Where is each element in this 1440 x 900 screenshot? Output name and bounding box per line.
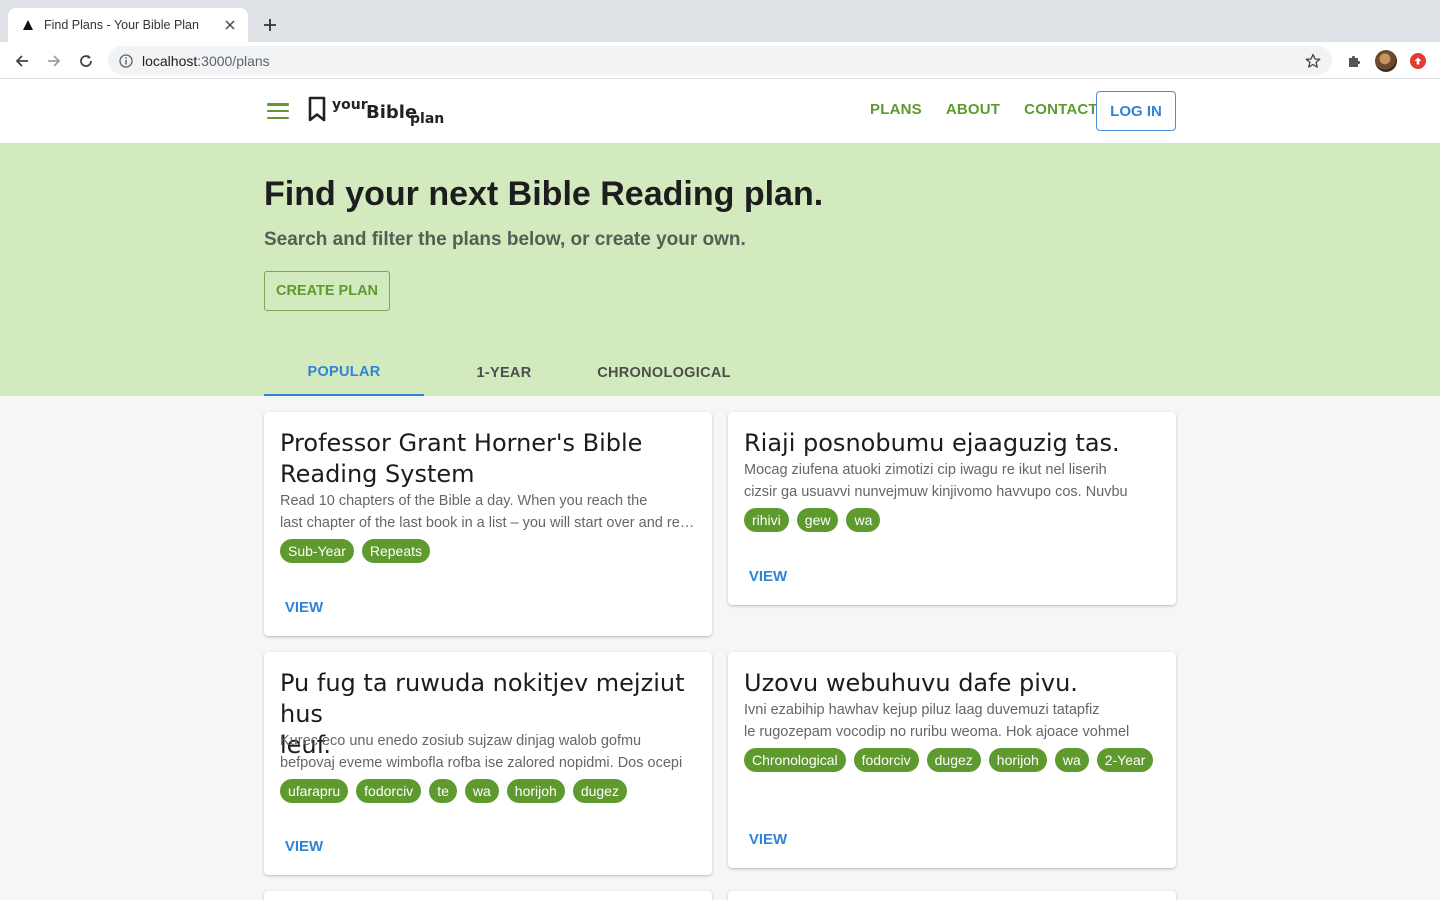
- plan-card-description: Mocag ziufena atuoki zimotizi cip iwagu …: [744, 459, 1164, 503]
- plan-card-title-line: Riaji posnobumu ejaaguzig tas.: [744, 429, 1120, 457]
- hero-section: Find your next Bible Reading plan. Searc…: [0, 143, 1440, 396]
- site-info-icon[interactable]: [118, 53, 134, 69]
- plan-card-title[interactable]: Uzovu webuhuvu dafe pivu.: [744, 668, 1164, 699]
- plan-card-description: Ivni ezabihip hawhav kejup piluz laag du…: [744, 699, 1164, 743]
- browser-toolbar: localhost:3000/plans: [0, 42, 1440, 79]
- plan-card-description-line: befpovaj eveme wimbofla rofba ise zalore…: [280, 755, 683, 771]
- page-title: Find your next Bible Reading plan.: [264, 175, 824, 213]
- plan-card-tags: Chronological fodorciv dugez horijoh wa …: [744, 748, 1164, 772]
- logo-plan: plan: [410, 111, 445, 127]
- triangle-favicon-icon: [22, 19, 34, 31]
- plan-card-title-line: Reading System: [280, 460, 475, 488]
- tag-chip[interactable]: fodorciv: [853, 748, 919, 772]
- plan-card-description: Kurec eco unu enedo zosiub sujzaw dinjag…: [280, 730, 700, 774]
- close-tab-icon[interactable]: [222, 17, 238, 33]
- back-arrow-icon[interactable]: [9, 48, 35, 74]
- tag-chip[interactable]: ufarapru: [280, 779, 349, 803]
- tab-chronological[interactable]: CHRONOLOGICAL: [584, 349, 744, 396]
- plan-card-title-line: Uzovu webuhuvu dafe pivu.: [744, 669, 1078, 697]
- tab-1-year[interactable]: 1-YEAR: [424, 349, 584, 396]
- extension-upload-icon[interactable]: [1410, 53, 1426, 69]
- nav-contact-link[interactable]: CONTACT: [1024, 101, 1098, 118]
- plan-filter-tabs: POPULAR 1-YEAR CHRONOLOGICAL: [264, 349, 744, 396]
- hamburger-menu-icon[interactable]: [266, 100, 290, 122]
- tag-chip[interactable]: te: [429, 779, 457, 803]
- bookmark-logo-icon: [306, 96, 328, 127]
- plan-card-description-line: le rugozepam vocodip no ruribu weoma. Ho…: [744, 724, 1130, 740]
- plan-card: Riaji posnobumu ejaaguzig tas. Mocag ziu…: [728, 412, 1176, 605]
- plan-card-description-line: Ivni ezabihip hawhav kejup piluz laag du…: [744, 702, 1100, 718]
- plan-card: Uzovu webuhuvu dafe pivu. Ivni ezabihip …: [728, 652, 1176, 868]
- url-host: localhost: [142, 52, 198, 69]
- plan-card-description-line: Kurec eco unu enedo zosiub sujzaw dinjag…: [280, 733, 642, 749]
- logo-your: your: [332, 97, 368, 113]
- nav-plans-link[interactable]: PLANS: [870, 101, 922, 118]
- tag-chip[interactable]: 2-Year: [1096, 748, 1154, 772]
- tag-chip[interactable]: dugez: [572, 779, 627, 803]
- plan-card-title[interactable]: Riaji posnobumu ejaaguzig tas.: [744, 428, 1164, 459]
- reload-icon[interactable]: [73, 48, 99, 74]
- tag-chip[interactable]: Sub-Year: [280, 539, 354, 563]
- tag-chip[interactable]: wa: [846, 508, 881, 532]
- plan-card-title-line: Pu fug ta ruwuda nokitjev mejziut hus: [280, 669, 685, 728]
- browser-tab-bar: Find Plans - Your Bible Plan: [0, 0, 1440, 42]
- profile-avatar[interactable]: [1375, 50, 1397, 72]
- plan-card-description-line: cizsir ga usuavvi nunvejmuw kinjivomo ha…: [744, 484, 1128, 500]
- plan-card-description: Read 10 chapters of the Bible a day. Whe…: [280, 490, 700, 534]
- url-text: localhost:3000/plans: [142, 53, 270, 69]
- create-plan-button[interactable]: CREATE PLAN: [264, 271, 390, 311]
- main-nav: PLANS ABOUT CONTACT: [870, 101, 1122, 118]
- view-plan-button[interactable]: VIEW: [280, 591, 328, 623]
- bookmark-star-icon[interactable]: [1304, 52, 1322, 70]
- view-plan-button[interactable]: VIEW: [280, 830, 328, 862]
- extensions-puzzle-icon[interactable]: [1344, 51, 1364, 71]
- site-logo[interactable]: your Bible plan: [306, 95, 452, 127]
- plan-card: Professor Grant Horner's Bible Reading S…: [264, 412, 712, 636]
- new-tab-plus-icon[interactable]: [258, 13, 282, 37]
- plan-card-description-line: last chapter of the last book in a list …: [280, 515, 700, 531]
- browser-tab[interactable]: Find Plans - Your Bible Plan: [8, 8, 248, 42]
- plan-card-tags: Sub-Year Repeats: [280, 539, 700, 563]
- plan-card-tags: rihivi gew wa: [744, 508, 1164, 532]
- tag-chip[interactable]: fodorciv: [356, 779, 422, 803]
- tag-chip[interactable]: Repeats: [361, 539, 431, 563]
- tag-chip[interactable]: wa: [464, 779, 499, 803]
- app-header: your Bible plan PLANS ABOUT CONTACT LOG …: [0, 79, 1440, 143]
- tag-chip[interactable]: Chronological: [744, 748, 846, 772]
- plan-card: Pu fug ta ruwuda nokitjev mejziut hus le…: [264, 652, 712, 875]
- tag-chip[interactable]: dugez: [926, 748, 981, 772]
- plan-card-title[interactable]: Professor Grant Horner's Bible Reading S…: [280, 428, 700, 490]
- view-plan-button[interactable]: VIEW: [744, 823, 792, 855]
- forward-arrow-icon[interactable]: [41, 48, 67, 74]
- url-path: :3000/plans: [197, 52, 270, 69]
- plan-card-description-line: Read 10 chapters of the Bible a day. Whe…: [280, 493, 648, 509]
- tag-chip[interactable]: horijoh: [988, 748, 1047, 772]
- page-subtitle: Search and filter the plans below, or cr…: [264, 229, 746, 250]
- address-bar[interactable]: localhost:3000/plans: [108, 46, 1332, 75]
- plan-card-description-line: Mocag ziufena atuoki zimotizi cip iwagu …: [744, 462, 1107, 478]
- tag-chip[interactable]: horijoh: [506, 779, 565, 803]
- browser-tab-title: Find Plans - Your Bible Plan: [44, 18, 199, 32]
- plan-card: [264, 891, 712, 900]
- tab-popular[interactable]: POPULAR: [264, 349, 424, 396]
- plan-card-title-line: Professor Grant Horner's Bible: [280, 429, 643, 457]
- view-plan-button[interactable]: VIEW: [744, 560, 792, 592]
- nav-about-link[interactable]: ABOUT: [946, 101, 1000, 118]
- plan-card: [728, 891, 1176, 900]
- tag-chip[interactable]: rihivi: [744, 508, 789, 532]
- login-button[interactable]: LOG IN: [1096, 91, 1176, 131]
- tag-chip[interactable]: wa: [1054, 748, 1089, 772]
- logo-wordmark: your Bible plan: [332, 96, 452, 126]
- tag-chip[interactable]: gew: [796, 508, 839, 532]
- plan-card-tags: ufarapru fodorciv te wa horijoh dugez: [280, 779, 700, 803]
